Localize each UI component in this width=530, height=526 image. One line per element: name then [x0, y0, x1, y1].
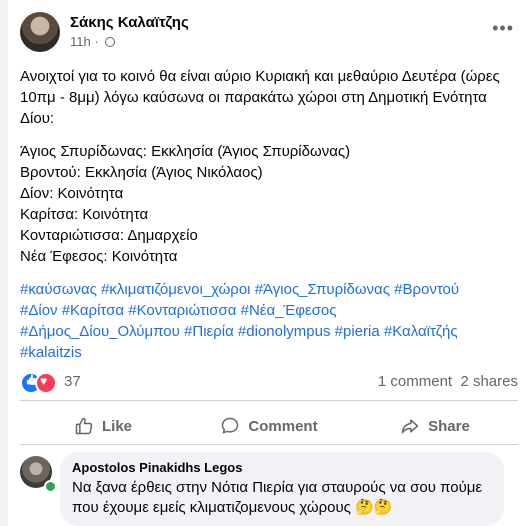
thumbs-up-icon	[75, 417, 93, 435]
globe-icon	[105, 37, 116, 47]
love-reaction-icon[interactable]	[35, 372, 57, 394]
hashtag-link[interactable]: #κλιματιζόμενοι_χώροι	[101, 281, 250, 298]
location-line: Κονταριώτισσα: Δημαρχείο	[20, 227, 198, 244]
share-label: Share	[428, 417, 470, 435]
author-name[interactable]: Σάκης Καλαϊτζης	[70, 14, 189, 31]
hashtag-link[interactable]: #dionolympus	[238, 323, 331, 340]
engagement-counts: 1 comment 2 shares	[378, 373, 518, 390]
post-header: Σάκης Καλαϊτζης 11h · •••	[20, 12, 518, 56]
share-button[interactable]: Share	[352, 408, 518, 444]
location-line: Νέα Έφεσος: Κοινότητα	[20, 248, 178, 265]
reaction-count[interactable]: 37	[64, 373, 81, 390]
hashtag-link[interactable]: #καύσωνας	[20, 281, 97, 298]
more-options-icon[interactable]: •••	[492, 18, 514, 39]
location-line: Δίον: Κοινότητα	[20, 185, 124, 202]
like-label: Like	[101, 417, 132, 435]
hashtag-link[interactable]: #Βροντού	[394, 281, 459, 298]
hashtag-link[interactable]: #kalaitzis	[20, 344, 82, 361]
location-line: Άγιος Σπυρίδωνας: Εκκλησία (Άγιος Σπυρίδ…	[20, 143, 351, 160]
hashtag-link[interactable]: #Κονταριώτισσα	[128, 302, 236, 319]
post-body: Ανοιχτοί για το κοινό θα είναι αύριο Κυρ…	[20, 66, 516, 363]
hashtag-link[interactable]: #Καρίτσα	[62, 302, 124, 319]
post-time[interactable]: 11h	[70, 34, 91, 49]
commenter-name[interactable]: Apostolos Pinakidhs Legos	[72, 460, 492, 476]
post-card: Σάκης Καλαϊτζης 11h · ••• Ανοιχτοί για τ…	[8, 0, 530, 526]
hashtag-link[interactable]: #pieria	[335, 323, 380, 340]
online-status-icon	[44, 480, 57, 493]
comment-icon	[222, 417, 239, 434]
comment-button[interactable]: Comment	[186, 408, 352, 444]
hashtag-link[interactable]: #Πιερία	[184, 323, 234, 340]
like-button[interactable]: Like	[20, 408, 186, 444]
comment-text: Να ξανα έρθεις στην Νότια Πιερία για στα…	[72, 479, 483, 516]
comment-bubble: Apostolos Pinakidhs Legos Να ξανα έρθεις…	[60, 452, 504, 526]
share-count[interactable]: 2 shares	[460, 373, 518, 390]
reactions-bar: 37 1 comment 2 shares	[20, 371, 518, 394]
action-bar: Like Comment Share	[20, 408, 518, 444]
author-avatar[interactable]	[20, 12, 60, 52]
hashtag-link[interactable]: #Δίον	[20, 302, 58, 319]
post-meta: 11h ·	[70, 34, 116, 49]
hashtag-link[interactable]: #Άγιος_Σπυρίδωνας	[255, 281, 390, 298]
comment-count[interactable]: 1 comment	[378, 373, 452, 390]
hashtag-link[interactable]: #Δήμος_Δίου_Ολύμπου	[20, 323, 180, 340]
comment-label: Comment	[248, 417, 318, 435]
location-line: Καρίτσα: Κοινότητα	[20, 206, 149, 223]
hashtag-block: #καύσωνας #κλιματιζόμενοι_χώροι #Άγιος_Σ…	[20, 279, 516, 363]
meta-separator: ·	[94, 34, 99, 49]
divider	[20, 444, 518, 445]
share-icon	[401, 419, 419, 434]
location-line: Βροντού: Εκκλησία (Άγιος Νικόλαος)	[20, 164, 263, 181]
hashtag-link[interactable]: #Νέα_Έφεσος	[241, 302, 337, 319]
hashtag-link[interactable]: #Καλαϊτζής	[384, 323, 458, 340]
divider	[20, 400, 518, 401]
post-intro: Ανοιχτοί για το κοινό θα είναι αύριο Κυρ…	[20, 68, 500, 127]
